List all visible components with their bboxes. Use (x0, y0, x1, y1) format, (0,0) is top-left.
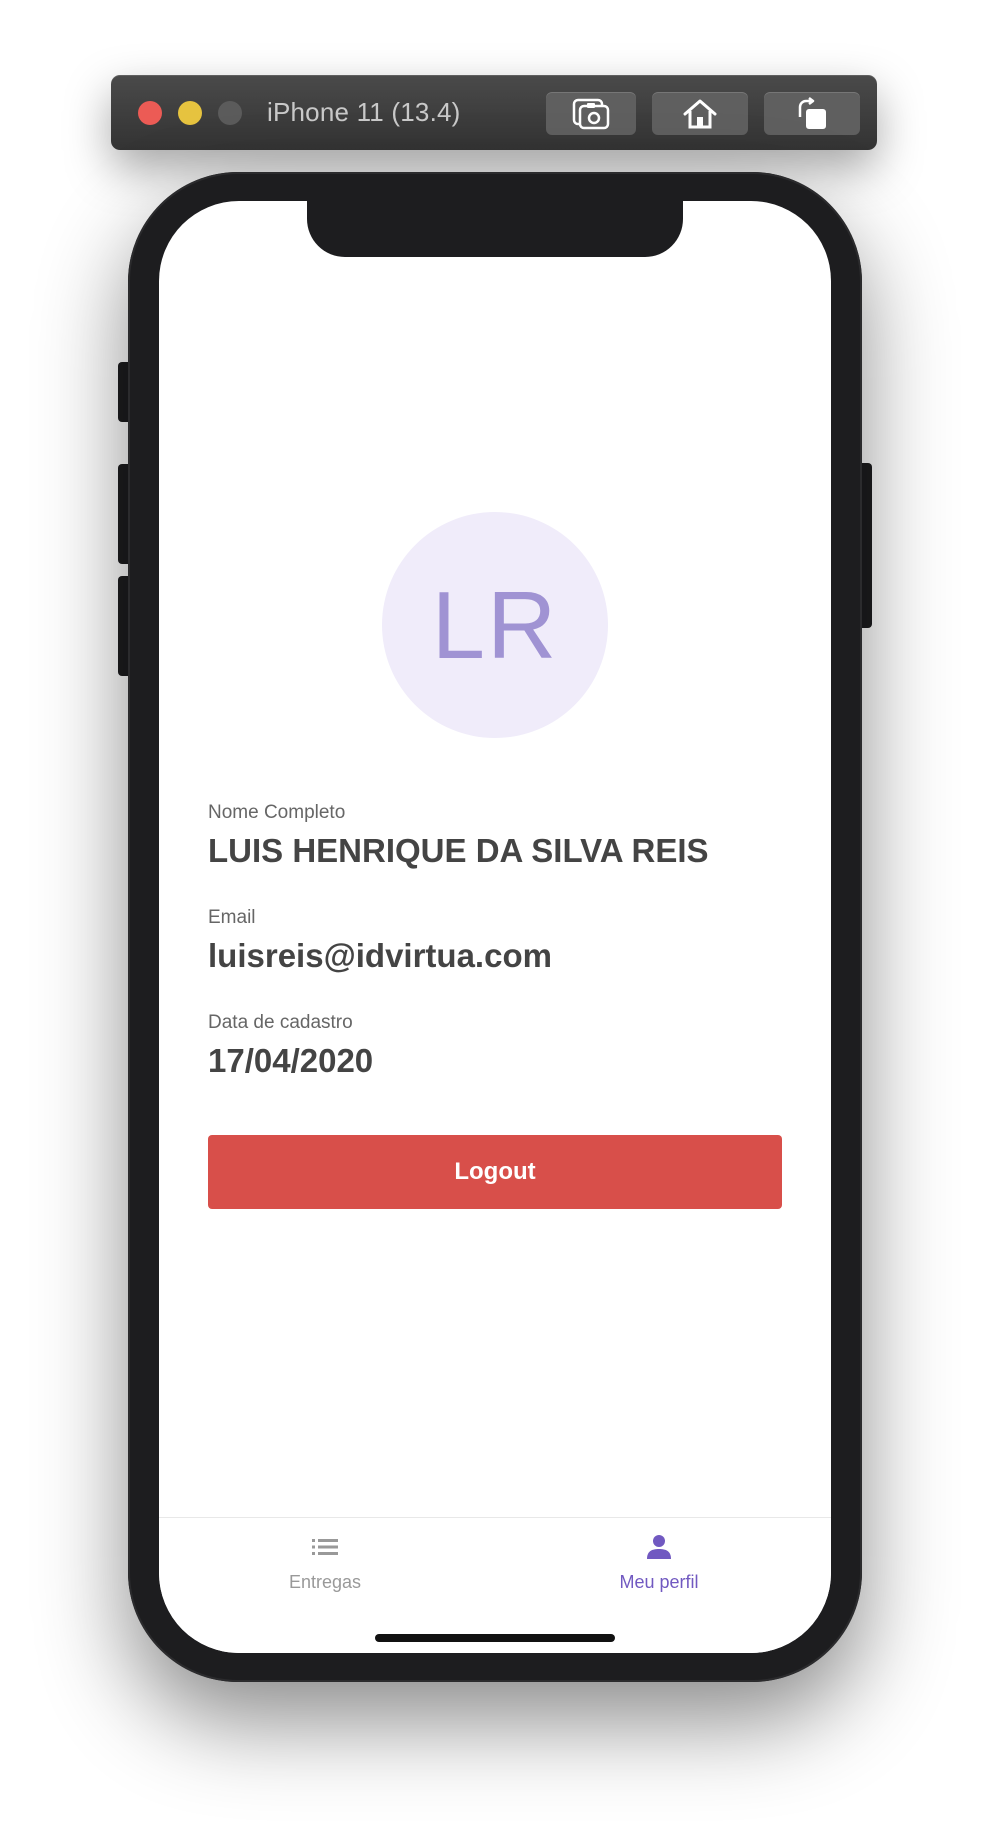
person-icon (647, 1535, 671, 1559)
full-name-label: Nome Completo (208, 802, 346, 823)
email-value: luisreis@idvirtua.com (208, 937, 552, 974)
home-button[interactable] (652, 92, 748, 135)
tab-meu-perfil-label: Meu perfil (619, 1572, 699, 1592)
bottom-tab-bar: Entregas Meu perfil (159, 1517, 831, 1653)
full-name-field: Nome Completo LUIS HENRIQUE DA SILVA REI… (208, 801, 788, 872)
phone-screen: LR Nome Completo LUIS HENRIQUE DA SILVA … (159, 201, 831, 1653)
home-indicator (375, 1634, 615, 1642)
avatar-initials: LR (431, 572, 559, 679)
full-name-value: LUIS HENRIQUE DA SILVA REIS (208, 832, 709, 869)
avatar: LR (382, 512, 608, 738)
simulator-stage: iPhone 11 (13.4) LR Nome Completo LUIS H… (0, 0, 988, 1832)
list-icon (312, 1539, 338, 1555)
tab-entregas-label: Entregas (288, 1572, 362, 1592)
logout-button[interactable]: Logout (208, 1135, 782, 1209)
notch (307, 201, 683, 257)
registration-date-label: Data de cadastro (208, 1012, 353, 1033)
home-icon (683, 99, 717, 128)
email-field: Email luisreis@idvirtua.com (208, 906, 788, 977)
simulator-device-title: iPhone 11 (13.4) (267, 97, 461, 127)
tab-entregas[interactable]: Entregas (225, 1532, 425, 1602)
simulator-title-bar: iPhone 11 (13.4) (111, 75, 877, 150)
zoom-window-button[interactable] (218, 101, 242, 125)
email-label: Email (208, 907, 256, 928)
tab-meu-perfil[interactable]: Meu perfil (559, 1532, 759, 1602)
close-window-button[interactable] (138, 101, 162, 125)
rotate-button[interactable] (764, 92, 860, 135)
registration-date-value: 17/04/2020 (208, 1042, 374, 1079)
rotate-icon (798, 96, 826, 129)
screenshot-button[interactable] (546, 92, 636, 135)
phone-frame: LR Nome Completo LUIS HENRIQUE DA SILVA … (128, 172, 862, 1682)
registration-date-field: Data de cadastro 17/04/2020 (208, 1011, 788, 1082)
screenshot-icon (572, 98, 610, 129)
minimize-window-button[interactable] (178, 101, 202, 125)
